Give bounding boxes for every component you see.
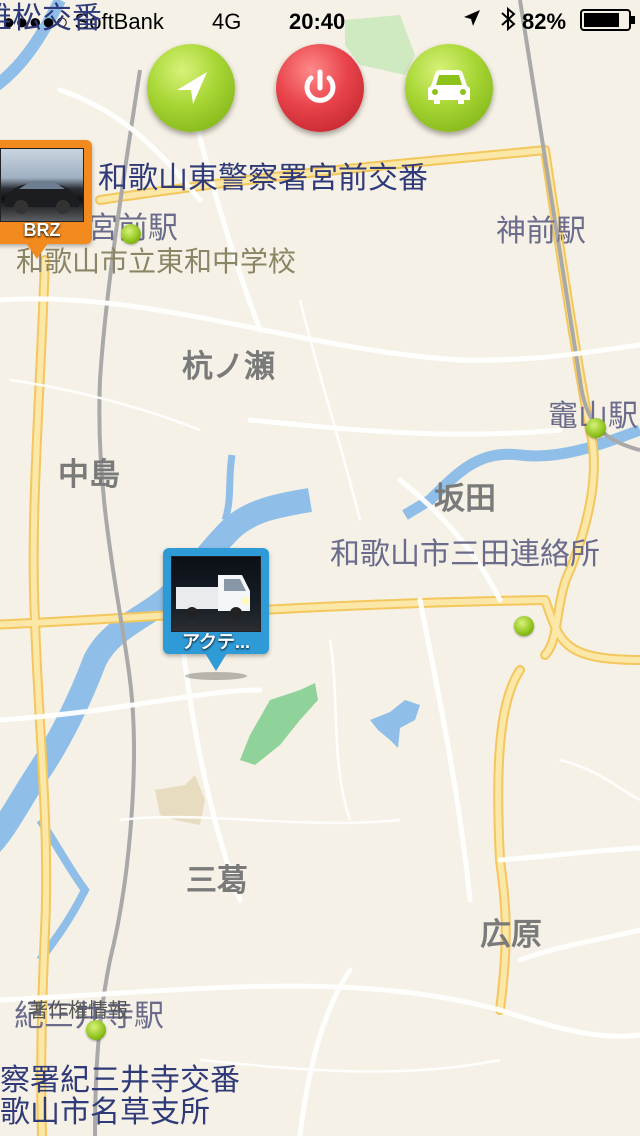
vehicle-caption-acty: アクテ... [181,632,251,652]
vehicle-photo-brz [0,148,84,222]
car-button[interactable] [405,44,493,132]
label-police-box-east: 和歌山東警察署宮前交番 [98,161,428,196]
time-text: 20:40 [289,9,346,34]
label-mikazura: 三葛 [186,863,248,899]
power-button[interactable] [276,44,364,132]
locate-button[interactable] [147,44,235,132]
network-text: 4G [212,9,242,34]
location-arrow-status-icon [462,8,482,34]
label-mita-office: 和歌山市三田連絡所 [330,537,600,572]
battery-percent-text: 82% [522,9,567,34]
station-dot-miyamae[interactable] [121,224,141,244]
bluetooth-icon [498,6,518,37]
copyright-link[interactable]: 著作権情報 [28,1000,128,1020]
label-top-cut: 雄松交番 [0,1,102,36]
car-icon [428,70,470,104]
vehicle-photo-acty [171,556,261,632]
label-nagusa-office: 歌山市名草支所 [0,1095,210,1130]
vehicle-pin-brz[interactable]: BRZ [0,140,92,270]
vehicle-caption-brz: BRZ [23,220,61,240]
station-dot-kamayama[interactable] [586,418,606,438]
label-kuinose: 杭ノ瀬 [182,349,275,385]
location-arrow-icon [177,72,207,104]
label-kanmae-station: 神前駅 [496,214,586,249]
label-hirohara: 広原 [480,917,542,953]
label-nakajima: 中島 [58,457,120,493]
label-police-box-kimi: 察署紀三井寺交番 [0,1063,240,1098]
pin-shadow-acty [185,672,247,680]
station-dot-kimiidera[interactable] [86,1020,106,1040]
power-icon [304,69,336,103]
label-sakata: 坂田 [434,481,496,517]
station-dot-mita[interactable] [514,616,534,636]
battery-icon [580,9,636,37]
vehicle-pin-acty[interactable]: アクテ... [163,548,269,680]
